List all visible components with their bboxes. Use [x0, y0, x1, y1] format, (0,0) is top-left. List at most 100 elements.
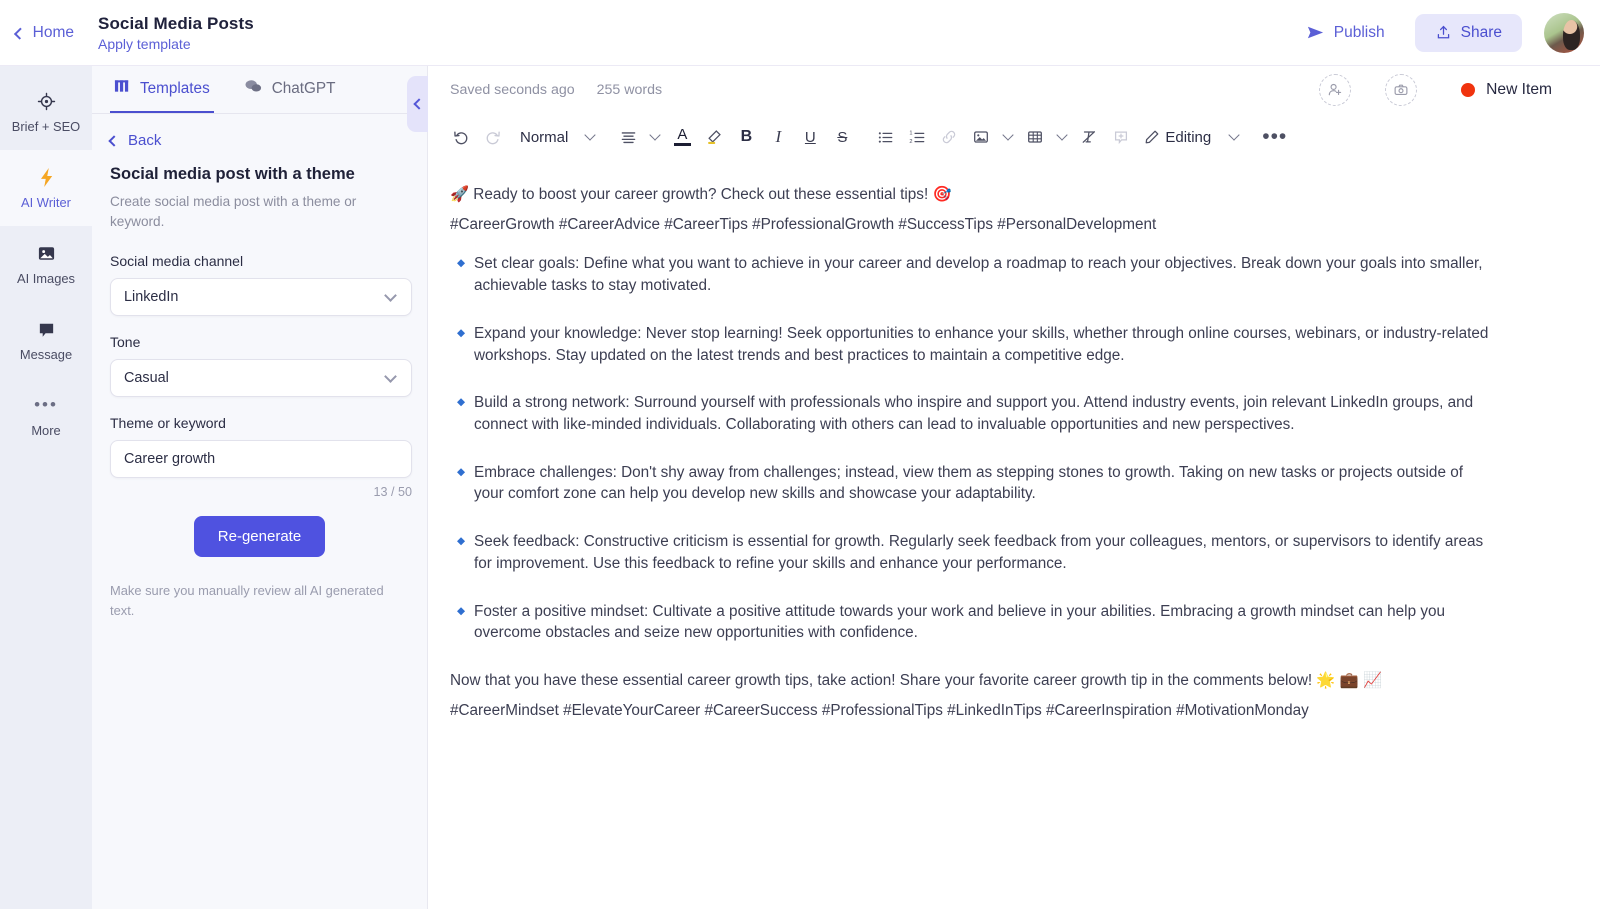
tab-templates[interactable]: Templates	[110, 66, 214, 113]
channel-select[interactable]: LinkedIn	[110, 278, 412, 316]
doc-bullet: Seek feedback: Constructive criticism is…	[450, 531, 1495, 574]
panel-content: Back Social media post with a theme Crea…	[92, 114, 427, 620]
svg-text:1: 1	[909, 130, 912, 136]
insert-table-button[interactable]	[1020, 122, 1050, 152]
app-root: Home Social Media Posts Apply template P…	[0, 0, 1600, 909]
back-label: Back	[128, 132, 161, 149]
field-social-media-channel: Social media channel LinkedIn	[110, 253, 409, 316]
chevron-down-icon	[1229, 129, 1240, 140]
chevron-down-icon	[384, 289, 397, 302]
chevron-down-icon	[1003, 129, 1014, 140]
editing-mode-button[interactable]: Editing	[1138, 122, 1222, 152]
tone-select[interactable]: Casual	[110, 359, 412, 397]
link-button[interactable]	[934, 122, 964, 152]
bold-button[interactable]: B	[731, 122, 761, 152]
tab-chatgpt[interactable]: ChatGPT	[240, 66, 340, 113]
panel-collapse-button[interactable]	[407, 76, 428, 132]
ai-disclaimer: Make sure you manually review all AI gen…	[110, 581, 410, 620]
rail-item-message[interactable]: Message	[0, 302, 92, 378]
home-back-link[interactable]: Home	[0, 24, 92, 42]
doc-closing-hashtags: #CareerMindset #ElevateYourCareer #Caree…	[450, 700, 1495, 722]
redo-icon	[484, 128, 502, 146]
bullet-list-button[interactable]	[870, 122, 900, 152]
font-color-button[interactable]: A	[667, 122, 697, 152]
paragraph-style-dropdown[interactable]	[580, 135, 600, 139]
highlight-button[interactable]	[699, 122, 729, 152]
font-color-letter: A	[677, 128, 687, 141]
share-label: Share	[1461, 24, 1502, 42]
doc-bullet: Foster a positive mindset: Cultivate a p…	[450, 601, 1495, 644]
regenerate-button[interactable]: Re-generate	[194, 516, 325, 557]
media-button[interactable]	[1385, 74, 1417, 106]
pencil-icon	[1143, 128, 1161, 146]
camera-icon	[1393, 82, 1409, 98]
target-icon	[37, 90, 56, 112]
table-dropdown[interactable]	[1052, 135, 1072, 139]
rail-label: Brief + SEO	[12, 119, 80, 134]
invite-user-button[interactable]	[1319, 74, 1351, 106]
document-body[interactable]: 🚀 Ready to boost your career growth? Che…	[428, 160, 1600, 909]
publish-button[interactable]: Publish	[1294, 15, 1397, 50]
rail-label: AI Writer	[21, 195, 71, 210]
align-icon	[620, 129, 637, 146]
add-comment-icon	[1112, 128, 1130, 146]
numbered-list-button[interactable]: 1 2	[902, 122, 932, 152]
body-row: Brief + SEO AI Writer	[0, 66, 1600, 909]
rail-item-brief-seo[interactable]: Brief + SEO	[0, 74, 92, 150]
new-item-button[interactable]: New Item	[1461, 81, 1552, 99]
chevron-left-icon	[108, 135, 119, 146]
paragraph-style-value[interactable]: Normal	[510, 122, 578, 152]
ellipsis-icon: •••	[34, 394, 58, 416]
keyword-label: Theme or keyword	[110, 415, 409, 431]
image-dropdown[interactable]	[998, 135, 1018, 139]
template-title: Social media post with a theme	[110, 165, 409, 184]
rail-item-more[interactable]: ••• More	[0, 378, 92, 454]
editing-mode-label: Editing	[1161, 129, 1217, 146]
word-count: 255 words	[597, 82, 662, 98]
chevron-down-icon	[1057, 129, 1068, 140]
undo-icon	[452, 128, 470, 146]
add-user-icon	[1327, 82, 1343, 98]
rail-item-ai-images[interactable]: AI Images	[0, 226, 92, 302]
keyword-value: Career growth	[124, 451, 215, 467]
lightning-bolt-icon	[37, 166, 56, 188]
page-title: Social Media Posts	[98, 14, 254, 34]
doc-bullet: Embrace challenges: Don't shy away from …	[450, 462, 1495, 505]
add-comment-button[interactable]	[1106, 122, 1136, 152]
rail-label: Message	[20, 347, 72, 362]
toolbar-more-button[interactable]: •••	[1257, 122, 1292, 152]
tab-label: Templates	[140, 80, 210, 98]
redo-button[interactable]	[478, 122, 508, 152]
doc-bullet: Set clear goals: Define what you want to…	[450, 253, 1495, 296]
upload-icon	[1435, 24, 1452, 41]
underline-button[interactable]: U	[795, 122, 825, 152]
publish-label: Publish	[1334, 24, 1385, 42]
clear-formatting-button[interactable]	[1074, 122, 1104, 152]
undo-button[interactable]	[446, 122, 476, 152]
editor-area: Saved seconds ago 255 words	[428, 66, 1600, 909]
italic-button[interactable]: I	[763, 122, 793, 152]
template-panel: Templates ChatGPT Back	[92, 66, 428, 909]
keyword-input[interactable]: Career growth	[110, 440, 412, 478]
avatar[interactable]	[1544, 13, 1584, 53]
editing-mode-dropdown[interactable]	[1224, 135, 1244, 139]
doc-intro-hashtags: #CareerGrowth #CareerAdvice #CareerTips …	[450, 214, 1495, 236]
align-dropdown[interactable]	[645, 135, 665, 139]
saved-status: Saved seconds ago	[450, 82, 575, 98]
panel-back-link[interactable]: Back	[110, 132, 409, 149]
tone-value: Casual	[124, 370, 169, 386]
doc-bullet: Build a strong network: Surround yoursel…	[450, 392, 1495, 435]
insert-image-button[interactable]	[966, 122, 996, 152]
apply-template-link[interactable]: Apply template	[98, 36, 254, 52]
doc-closing: Now that you have these essential career…	[450, 670, 1495, 692]
document-title-block: Social Media Posts Apply template	[98, 14, 254, 52]
panel-tabs: Templates ChatGPT	[92, 66, 427, 114]
field-tone: Tone Casual	[110, 334, 409, 397]
highlighter-icon	[705, 128, 723, 146]
rail-item-ai-writer[interactable]: AI Writer	[0, 150, 92, 226]
align-button[interactable]	[613, 122, 643, 152]
share-button[interactable]: Share	[1415, 14, 1522, 52]
numbered-list-icon: 1 2	[909, 129, 926, 146]
table-icon	[1026, 128, 1044, 146]
strikethrough-button[interactable]: S	[827, 122, 857, 152]
